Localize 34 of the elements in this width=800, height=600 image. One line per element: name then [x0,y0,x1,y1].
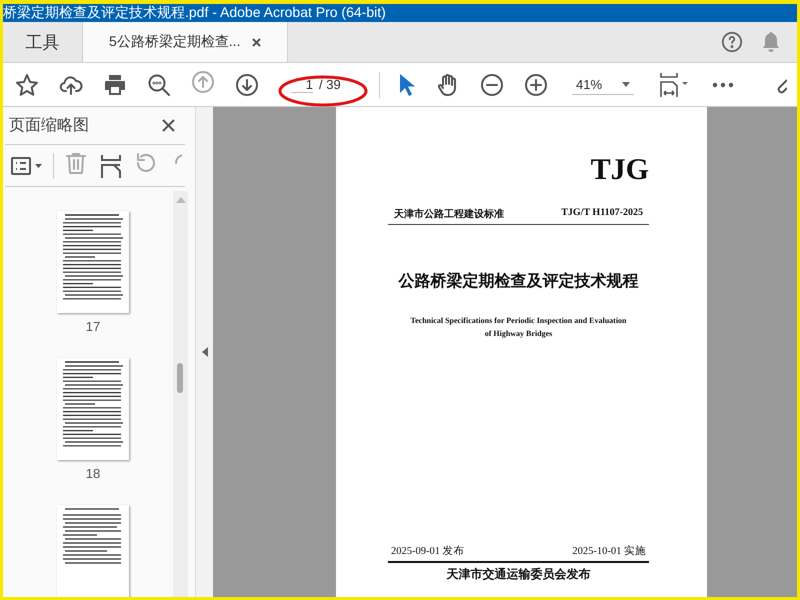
window-title: 桥梁定期检查及评定技术规程.pdf - Adobe Acrobat Pro (64-bit) [3,4,797,22]
close-icon[interactable] [252,38,262,46]
page-insert-icon[interactable] [100,154,122,178]
standard-code: TJG/T H1107-2025 [561,207,643,220]
issue-date: 2025-09-01 发布 [391,544,465,558]
scrollbar[interactable] [173,191,188,597]
print-icon[interactable] [103,72,127,96]
more-icon[interactable] [712,82,734,88]
effective-date: 2025-10-01 实施 [572,544,646,558]
page-number: 18 [86,466,100,481]
arrow-down-circle-icon[interactable] [235,72,259,96]
standard-series: 天津市公路工程建设标准 [394,207,504,221]
page-number-field[interactable]: 1 [291,76,313,92]
help-icon[interactable] [721,31,743,53]
star-icon[interactable] [15,72,39,96]
close-icon[interactable] [162,119,175,132]
options-icon[interactable] [11,156,43,176]
standard-mark: TJG [590,153,649,187]
cursor-icon[interactable] [398,72,416,96]
panel-title: 页面缩略图 [9,116,89,136]
page-number: 17 [86,319,100,334]
page-thumbnail[interactable] [57,358,129,460]
zoom-dropdown[interactable]: 41% [572,74,634,94]
page-thumbnail[interactable] [57,505,129,597]
english-title: Technical Specifications for Periodic Inspection and Evaluation of Highway Bridges [409,315,628,340]
zoom-out-icon[interactable] [480,72,504,96]
publisher: 天津市交通运输委员会发布 [446,566,592,583]
page-thumbnail[interactable] [57,211,129,313]
page-total: / 39 [319,77,341,92]
panel-toggle[interactable] [196,107,213,597]
document-title: 公路桥梁定期检查及评定技术规程 [397,271,640,292]
tab[interactable]: 5公路桥梁定期检查... [83,22,288,62]
zoom-in-icon[interactable] [524,72,548,96]
search-icon[interactable] [147,72,171,96]
